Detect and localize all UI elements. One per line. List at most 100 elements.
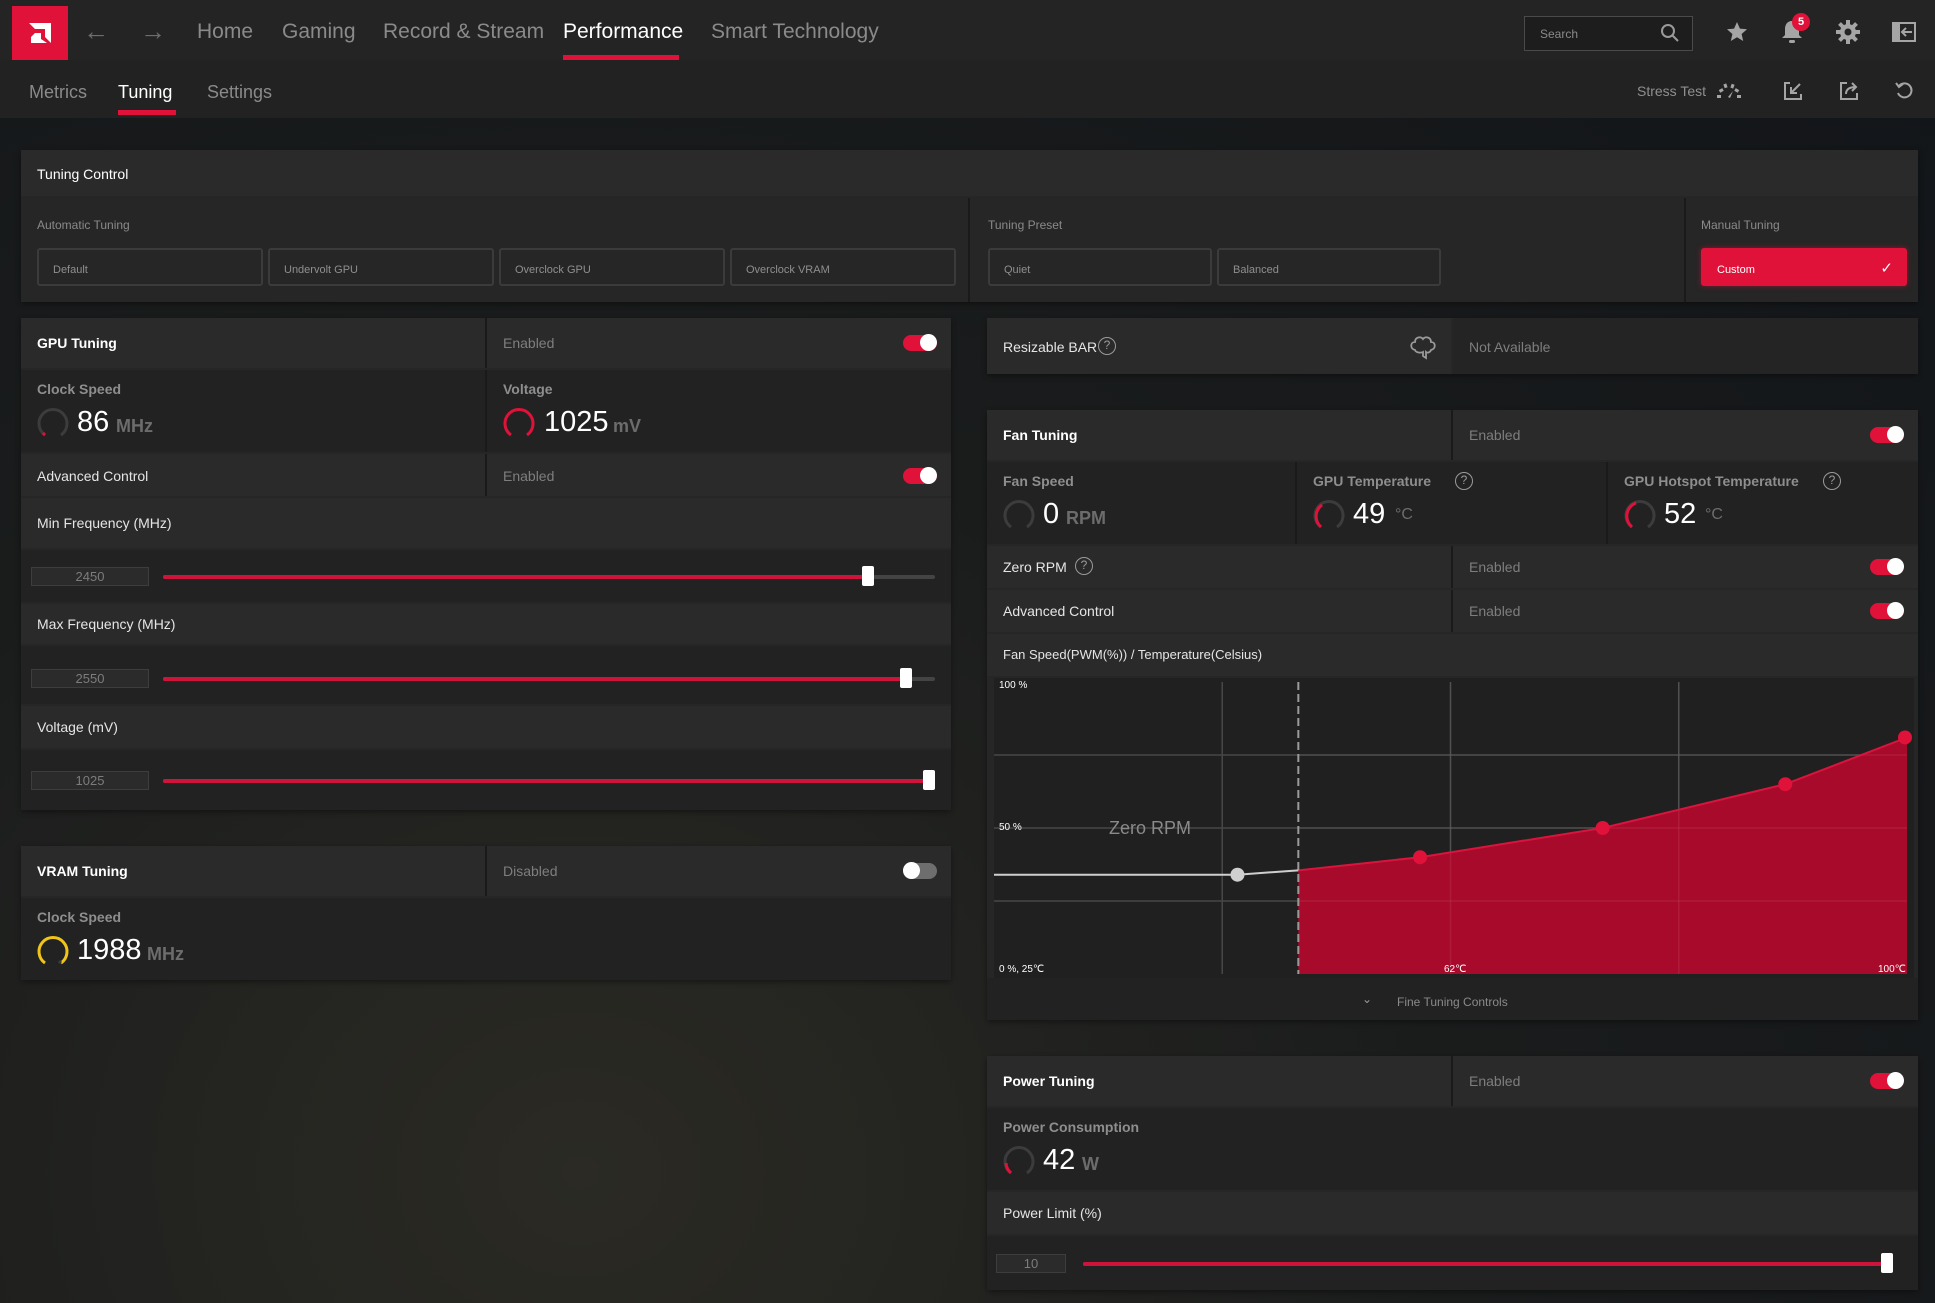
gpu-temperature-value: 49 xyxy=(1353,498,1386,530)
favorites-button[interactable] xyxy=(1721,16,1753,48)
amd-logo-icon xyxy=(29,23,51,43)
slider-thumb[interactable] xyxy=(1881,1253,1893,1273)
gpu-temperature-help-icon[interactable]: ? xyxy=(1455,472,1473,490)
zero-rpm-help-icon[interactable]: ? xyxy=(1075,557,1093,575)
vram-tuning-state: Disabled xyxy=(503,863,558,879)
voltage-slider[interactable] xyxy=(163,770,935,790)
fan-curve-chart[interactable]: 100 % 50 % 0 %, 25℃ 62℃ 100℃ Zero RPM xyxy=(994,678,1914,978)
zero-rpm-label: Zero RPM xyxy=(1003,559,1067,575)
back-arrow-icon[interactable]: ← xyxy=(83,18,109,44)
slider-thumb[interactable] xyxy=(923,770,935,790)
fan-tuning-toggle[interactable] xyxy=(1870,426,1904,443)
search-input[interactable]: Search xyxy=(1524,16,1693,51)
forward-arrow-icon[interactable]: → xyxy=(140,18,166,44)
voltage-input[interactable]: 1025 xyxy=(31,771,149,790)
slider-thumb[interactable] xyxy=(862,566,874,586)
nav-tab-smart-technology[interactable]: Smart Technology xyxy=(711,20,879,44)
gpu-hotspot-help-icon[interactable]: ? xyxy=(1823,472,1841,490)
active-subtab-indicator xyxy=(118,110,176,115)
stress-test-gauge-icon xyxy=(1717,83,1741,98)
nav-tab-gaming[interactable]: Gaming xyxy=(282,20,356,44)
auto-tuning-overclock-vram-button[interactable]: Overclock VRAM xyxy=(730,248,956,286)
min-frequency-slider[interactable] xyxy=(163,566,935,586)
auto-tuning-default-button[interactable]: Default xyxy=(37,248,263,286)
power-tuning-toggle[interactable] xyxy=(1870,1072,1904,1089)
power-tuning-state: Enabled xyxy=(1469,1073,1521,1089)
export-profile-button[interactable] xyxy=(1836,78,1862,104)
import-icon xyxy=(1784,82,1802,100)
nav-tab-performance[interactable]: Performance xyxy=(563,20,683,44)
divider xyxy=(485,370,487,452)
advanced-control-state: Enabled xyxy=(503,468,555,484)
import-profile-button[interactable] xyxy=(1780,78,1806,104)
divider xyxy=(1451,1056,1453,1106)
sub-tab-metrics[interactable]: Metrics xyxy=(29,82,87,103)
gpu-tuning-state: Enabled xyxy=(503,335,555,351)
fan-curve-handle-3[interactable] xyxy=(1778,777,1793,792)
gpu-hotspot-value: 52 xyxy=(1664,498,1697,530)
max-frequency-slider[interactable] xyxy=(163,668,935,688)
fan-advanced-control-toggle[interactable] xyxy=(1870,602,1904,619)
gpu-temperature-gauge-icon xyxy=(1313,500,1345,529)
vram-clock-speed-unit: MHz xyxy=(147,944,184,964)
clock-speed-gauge-icon xyxy=(37,408,69,437)
power-consumption-value: 42 xyxy=(1043,1144,1076,1176)
slider-fill xyxy=(163,575,868,579)
slider-thumb[interactable] xyxy=(900,668,912,688)
gpu-hotspot-temperature-label: GPU Hotspot Temperature xyxy=(1624,473,1799,489)
fan-curve-handle-inactive[interactable] xyxy=(1230,867,1245,882)
max-frequency-label: Max Frequency (MHz) xyxy=(37,616,176,632)
manual-tuning-custom-button[interactable]: Custom ✓ xyxy=(1701,248,1907,286)
clock-speed-unit: MHz xyxy=(116,416,153,436)
divider xyxy=(968,198,970,302)
reset-button[interactable] xyxy=(1891,78,1917,104)
min-frequency-input[interactable]: 2450 xyxy=(31,567,149,586)
stress-test-label[interactable]: Stress Test xyxy=(1637,83,1706,99)
zero-rpm-curve-line xyxy=(994,869,1299,876)
notifications-button[interactable]: 5 xyxy=(1776,13,1810,48)
advanced-control-toggle[interactable] xyxy=(903,467,937,484)
vram-clock-gauge-icon xyxy=(37,936,69,965)
divider xyxy=(1451,410,1453,460)
notification-badge: 5 xyxy=(1792,13,1810,31)
search-placeholder: Search xyxy=(1540,27,1579,41)
custom-label: Custom xyxy=(1717,264,1755,276)
voltage-value: 1025 xyxy=(544,406,609,438)
auto-tuning-overclock-gpu-button[interactable]: Overclock GPU xyxy=(499,248,725,286)
fan-curve-handle-1[interactable] xyxy=(1413,850,1428,865)
power-consumption-unit: W xyxy=(1082,1154,1099,1174)
sub-tab-tuning[interactable]: Tuning xyxy=(118,82,172,103)
slider-fill xyxy=(1083,1262,1887,1266)
vram-clock-speed-label: Clock Speed xyxy=(37,909,122,925)
amd-logo[interactable] xyxy=(12,6,68,60)
fan-curve-handle-2[interactable] xyxy=(1595,821,1610,835)
auto-tuning-undervolt-gpu-button[interactable]: Undervolt GPU xyxy=(268,248,494,286)
gpu-tuning-toggle[interactable] xyxy=(903,334,937,351)
settings-button[interactable] xyxy=(1832,16,1864,48)
power-limit-input[interactable]: 10 xyxy=(996,1254,1066,1273)
resizable-bar-help-icon[interactable]: ? xyxy=(1098,337,1116,355)
fan-speed-value: 0 xyxy=(1043,498,1060,530)
power-limit-slider[interactable] xyxy=(1083,1253,1893,1273)
sidebar-toggle-button[interactable] xyxy=(1888,16,1920,48)
divider xyxy=(485,846,487,896)
zero-rpm-state: Enabled xyxy=(1469,559,1521,575)
preset-balanced-button[interactable]: Balanced xyxy=(1217,248,1441,286)
sub-tab-settings[interactable]: Settings xyxy=(207,82,272,103)
power-tuning-title: Power Tuning xyxy=(1003,1073,1095,1089)
power-consumption-label: Power Consumption xyxy=(1003,1119,1140,1135)
fan-curve-handle-4[interactable] xyxy=(1898,730,1912,745)
nav-tab-home[interactable]: Home xyxy=(197,20,253,44)
vram-tuning-toggle[interactable] xyxy=(903,862,937,879)
min-frequency-label: Min Frequency (MHz) xyxy=(37,515,172,531)
search-icon[interactable] xyxy=(1660,23,1680,43)
preset-quiet-button[interactable]: Quiet xyxy=(988,248,1212,286)
zero-rpm-toggle[interactable] xyxy=(1870,558,1904,575)
nav-tab-record-stream[interactable]: Record & Stream xyxy=(383,20,544,44)
max-frequency-input[interactable]: 2550 xyxy=(31,669,149,688)
checkmark-icon: ✓ xyxy=(1880,260,1893,277)
chevron-down-icon[interactable]: ⌄ xyxy=(1362,992,1372,1006)
stress-test-button[interactable] xyxy=(1716,78,1742,104)
reset-icon xyxy=(1895,82,1913,99)
fine-tuning-controls-button[interactable]: Fine Tuning Controls xyxy=(1397,995,1508,1009)
